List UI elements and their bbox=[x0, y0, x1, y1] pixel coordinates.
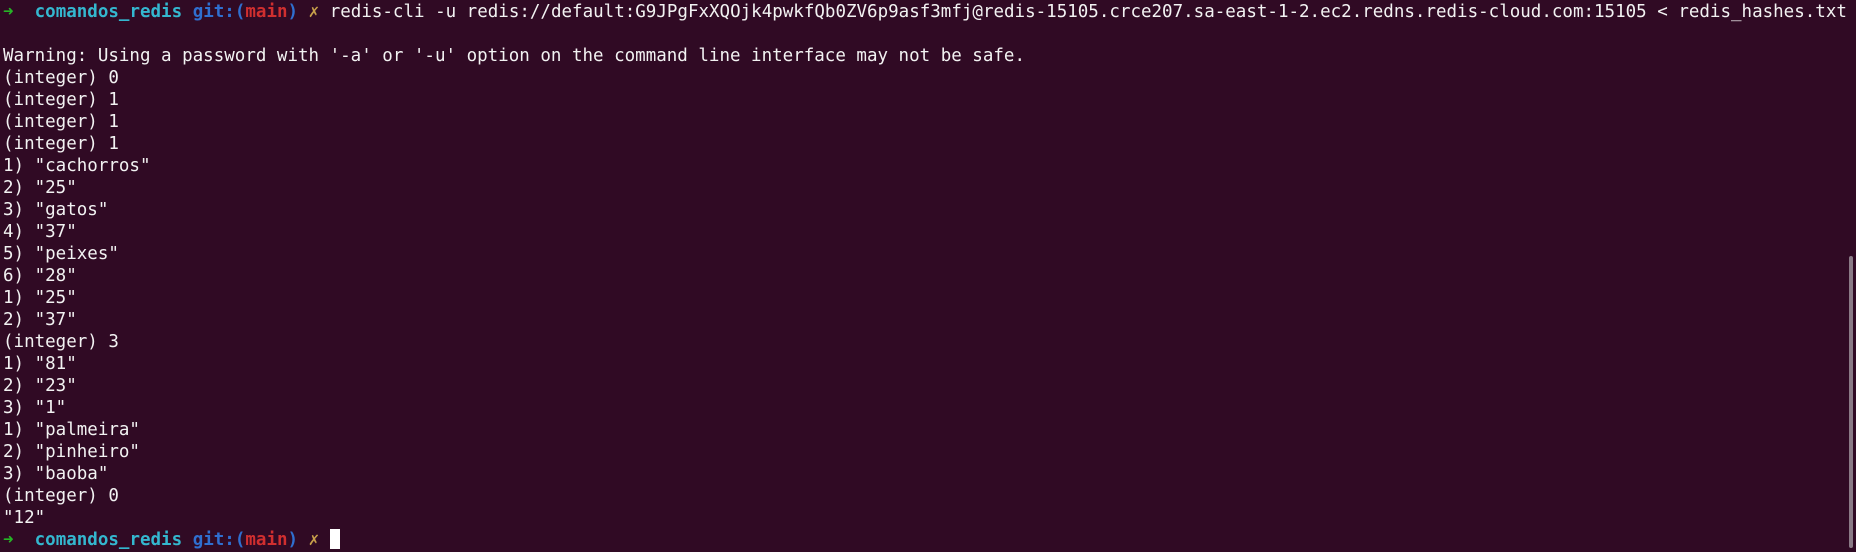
prompt-directory: comandos_redis bbox=[34, 530, 183, 550]
prompt-directory: comandos_redis bbox=[34, 2, 183, 22]
output-line: (integer) 1 bbox=[3, 112, 119, 132]
git-dirty-icon: ✗ bbox=[308, 530, 320, 550]
output-line: (integer) 1 bbox=[3, 90, 119, 110]
command-text: redis-cli -u redis://default:G9JPgFxXQOj… bbox=[329, 2, 1847, 22]
git-dirty-icon: ✗ bbox=[308, 2, 320, 22]
git-label-close: ) bbox=[287, 2, 299, 22]
git-branch: main bbox=[245, 530, 288, 550]
output-line: 1) "cachorros" bbox=[3, 156, 151, 176]
output-line: Warning: Using a password with '-a' or '… bbox=[3, 46, 1025, 66]
output-line: 6) "28" bbox=[3, 266, 77, 286]
output-line: 5) "peixes" bbox=[3, 244, 119, 264]
output-line: 3) "gatos" bbox=[3, 200, 109, 220]
output-line: (integer) 1 bbox=[3, 134, 119, 154]
command-output: Warning: Using a password with '-a' or '… bbox=[3, 45, 1856, 529]
output-line: 2) "23" bbox=[3, 376, 77, 396]
prompt-arrow-icon: ➜ bbox=[3, 2, 14, 22]
output-line: (integer) 3 bbox=[3, 332, 119, 352]
output-line: 2) "37" bbox=[3, 310, 77, 330]
output-line: 3) "baoba" bbox=[3, 464, 109, 484]
output-line: "12" bbox=[3, 508, 46, 528]
output-line: 2) "25" bbox=[3, 178, 77, 198]
prompt-arrow-icon: ➜ bbox=[3, 530, 14, 550]
output-line: 1) "25" bbox=[3, 288, 77, 308]
prompt-line: ➜ comandos_redis git:(main) ✗ redis-cli … bbox=[3, 1, 1856, 23]
git-label: git:( bbox=[192, 530, 246, 550]
git-branch: main bbox=[245, 2, 288, 22]
output-line: 1) "81" bbox=[3, 354, 77, 374]
scrollbar-thumb[interactable] bbox=[1849, 256, 1853, 548]
output-line: 4) "37" bbox=[3, 222, 77, 242]
git-label-close: ) bbox=[287, 530, 299, 550]
output-line: (integer) 0 bbox=[3, 68, 119, 88]
prompt-line-current[interactable]: ➜ comandos_redis git:(main) ✗ bbox=[3, 529, 1856, 551]
git-label: git:( bbox=[192, 2, 246, 22]
output-line: (integer) 0 bbox=[3, 486, 119, 506]
scrollbar[interactable] bbox=[1844, 0, 1856, 552]
output-line: 1) "palmeira" bbox=[3, 420, 140, 440]
terminal-window[interactable]: ➜ comandos_redis git:(main) ✗ redis-cli … bbox=[0, 0, 1856, 552]
output-line: 3) "1" bbox=[3, 398, 67, 418]
text-cursor[interactable] bbox=[329, 529, 340, 549]
output-line: 2) "pinheiro" bbox=[3, 442, 140, 462]
